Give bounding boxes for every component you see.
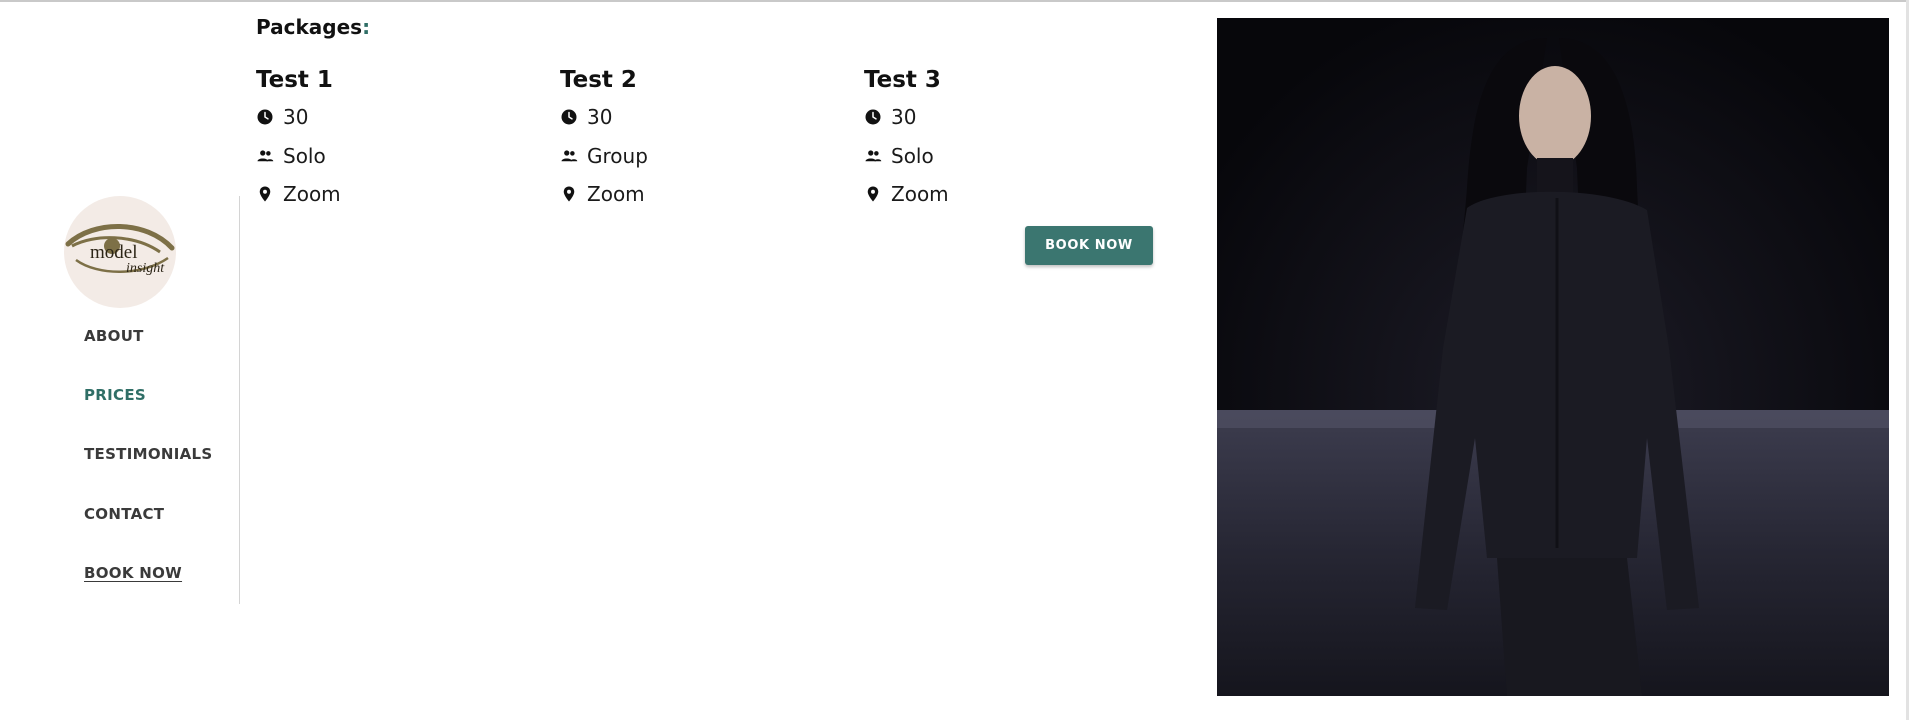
package-type: Group: [560, 137, 850, 176]
nav-divider: [239, 196, 240, 604]
packages-heading: Packages:: [256, 15, 370, 39]
svg-text:insight: insight: [126, 261, 165, 276]
clock-icon: [864, 108, 882, 126]
package-type-value: Group: [587, 143, 648, 168]
packages-title-suffix: :: [362, 15, 371, 39]
package-name: Test 3: [864, 67, 941, 93]
package-card: Test 2 30 Group Zoom: [560, 64, 850, 214]
package-location: Zoom: [560, 175, 850, 214]
package-duration: 30: [256, 98, 546, 137]
packages-title-text: Packages: [256, 15, 363, 39]
location-pin-icon: [560, 185, 578, 203]
clock-icon: [560, 108, 578, 126]
package-location-value: Zoom: [587, 182, 645, 207]
brand-logo[interactable]: model insight: [64, 196, 176, 308]
package-type: Solo: [256, 137, 546, 176]
package-name: Test 2: [560, 67, 637, 93]
package-type: Solo: [864, 137, 1154, 176]
people-icon: [560, 147, 578, 165]
package-duration: 30: [864, 98, 1154, 137]
clock-icon: [256, 108, 274, 126]
package-type-value: Solo: [891, 143, 934, 168]
package-duration-value: 30: [283, 105, 309, 130]
package-duration: 30: [560, 98, 850, 137]
top-divider: [0, 0, 1909, 2]
package-location-value: Zoom: [283, 182, 341, 207]
nav-item-testimonials[interactable]: TESTIMONIALS: [84, 445, 212, 463]
package-duration-value: 30: [891, 105, 917, 130]
location-pin-icon: [256, 185, 274, 203]
location-pin-icon: [864, 185, 882, 203]
package-location: Zoom: [864, 175, 1154, 214]
package-location: Zoom: [256, 175, 546, 214]
package-card: Test 3 30 Solo Zoom: [864, 64, 1154, 214]
people-icon: [256, 147, 274, 165]
runway-model-photo: [1217, 18, 1889, 696]
nav-item-contact[interactable]: CONTACT: [84, 505, 164, 523]
svg-text:model: model: [90, 242, 138, 263]
nav-item-prices[interactable]: PRICES: [84, 386, 146, 404]
eye-logo-icon: model insight: [65, 224, 175, 276]
pricing-page: model insight ABOUT PRICES TESTIMONIALS …: [0, 0, 1909, 720]
nav-item-about[interactable]: ABOUT: [84, 327, 144, 345]
package-location-value: Zoom: [891, 182, 949, 207]
nav-item-book-now[interactable]: BOOK NOW: [84, 564, 182, 582]
package-name: Test 1: [256, 67, 333, 93]
book-now-button[interactable]: BOOK NOW: [1025, 226, 1153, 265]
people-icon: [864, 147, 882, 165]
package-type-value: Solo: [283, 143, 326, 168]
package-card: Test 1 30 Solo Zoom: [256, 64, 546, 214]
package-duration-value: 30: [587, 105, 613, 130]
